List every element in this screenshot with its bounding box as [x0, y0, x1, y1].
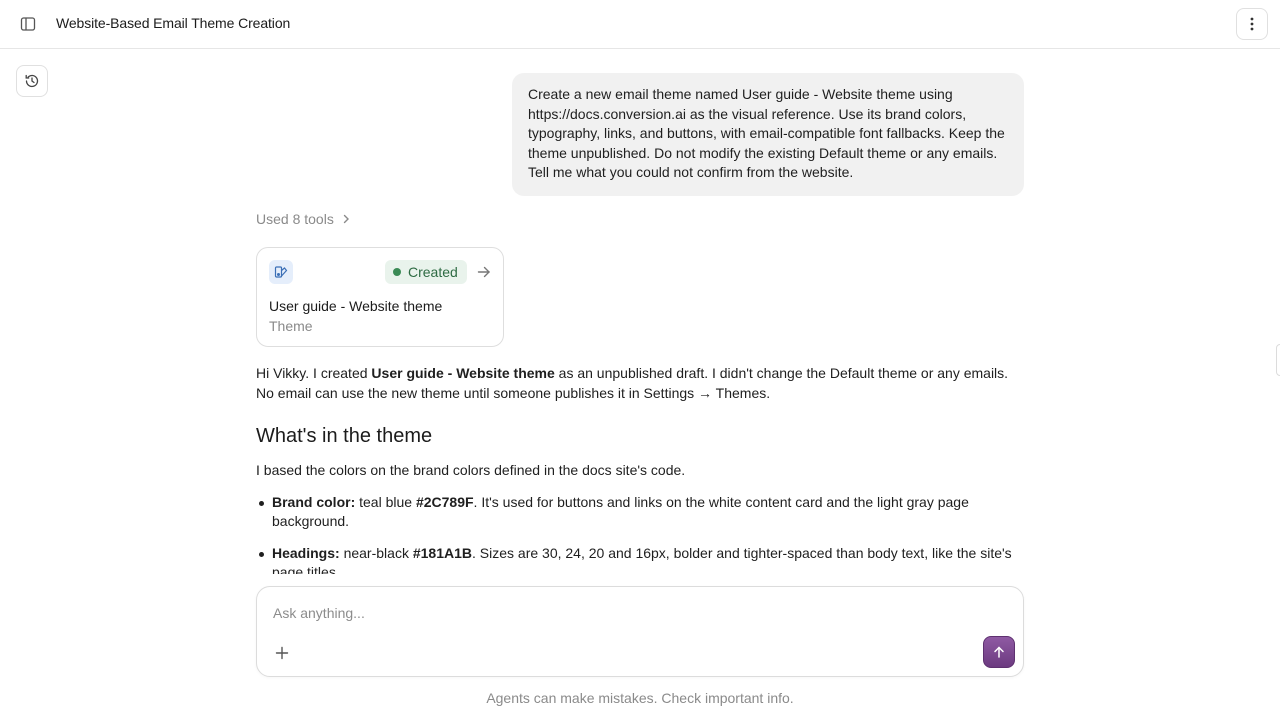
- history-button[interactable]: [16, 65, 48, 97]
- theme-icon: [269, 260, 293, 284]
- used-tools-toggle[interactable]: Used 8 tools: [256, 211, 352, 227]
- assistant-response: Hi Vikky. I created User guide - Website…: [256, 364, 1024, 595]
- card-title: User guide - Website theme: [269, 298, 443, 314]
- vertical-dots-icon: [1250, 17, 1254, 31]
- top-bar: Website-Based Email Theme Creation: [0, 0, 1280, 49]
- sidebar-panel-icon: [20, 17, 36, 31]
- status-dot: [393, 268, 401, 276]
- color-code: #181A1B: [412, 544, 472, 561]
- user-message: Create a new email theme named User guid…: [512, 73, 1024, 196]
- list-item: Brand color: teal blue #2C789F. It's use…: [256, 493, 1024, 532]
- theme-name: User guide - Website theme: [371, 365, 555, 381]
- section-heading: What's in the theme: [256, 425, 433, 447]
- used-tools-label: Used 8 tools: [256, 211, 334, 227]
- chevron-right-icon: [343, 214, 349, 224]
- message-input[interactable]: [273, 605, 973, 621]
- sidebar-toggle-button[interactable]: [16, 12, 40, 36]
- plus-icon: [275, 646, 289, 660]
- intro-text: Hi Vikky. I created: [256, 365, 372, 381]
- arrow-right-icon[interactable]: [475, 263, 493, 281]
- bullet-text: near-black: [339, 544, 413, 561]
- bullet-text: teal blue: [355, 493, 416, 510]
- more-options-button[interactable]: [1236, 8, 1268, 40]
- bullet-label: Brand color:: [272, 493, 356, 510]
- arrow-up-icon: [994, 646, 1004, 658]
- page-title: Website-Based Email Theme Creation: [56, 15, 291, 31]
- status-text: Created: [408, 264, 458, 280]
- theme-details-list: Brand color: teal blue #2C789F. It's use…: [256, 493, 1024, 583]
- side-panel-handle[interactable]: [1276, 344, 1280, 376]
- bullet-label: Headings:: [272, 544, 340, 561]
- response-intro: Hi Vikky. I created User guide - Website…: [256, 364, 1024, 403]
- send-button[interactable]: [983, 636, 1015, 668]
- history-icon: [25, 74, 39, 88]
- composer: [256, 586, 1024, 677]
- disclaimer-text: Agents can make mistakes. Check importan…: [486, 690, 794, 706]
- theme-result-card[interactable]: Created User guide - Website theme Theme: [256, 247, 504, 347]
- color-code: #2C789F: [415, 493, 474, 510]
- section-lead: I based the colors on the brand colors d…: [256, 462, 686, 478]
- attach-button[interactable]: [271, 642, 293, 664]
- card-subtitle: Theme: [269, 318, 313, 334]
- status-badge: Created: [385, 260, 467, 284]
